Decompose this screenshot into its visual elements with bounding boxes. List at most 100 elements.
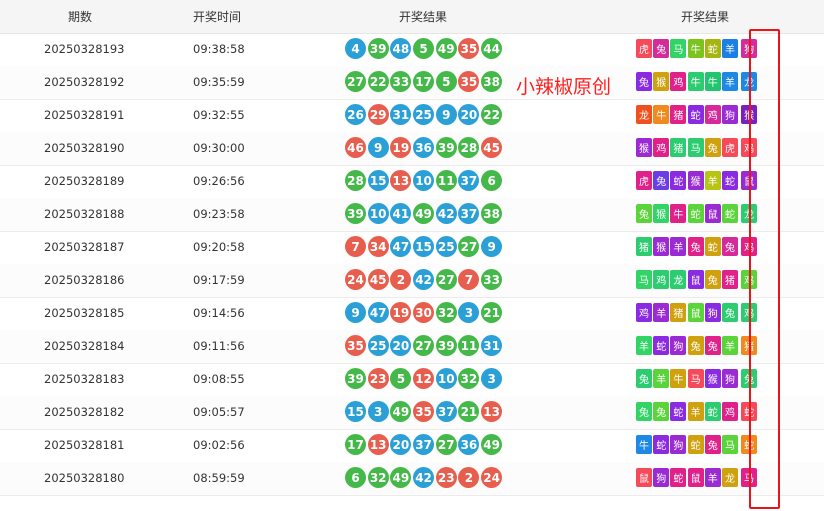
number-ball: 3	[481, 368, 503, 389]
number-ball: 20	[458, 104, 480, 125]
zodiac-tag: 狗	[741, 39, 758, 58]
number-ball: 17	[345, 434, 366, 455]
zodiac-tags: 马鸡龙鼠兔猪鸡	[636, 270, 758, 289]
zodiac-tag: 鸡	[741, 270, 758, 289]
zodiac-tag: 兔	[721, 237, 738, 256]
number-ball: 13	[390, 170, 412, 191]
number-ball: 32	[458, 368, 480, 389]
number-balls: 28 15 13 10 11 37 6	[345, 170, 504, 191]
number-ball: 49	[390, 467, 412, 488]
number-ball: 15	[345, 401, 366, 422]
zodiac-tags: 鼠狗蛇鼠羊龙马	[636, 468, 758, 487]
number-ball: 3	[367, 401, 389, 422]
number-ball: 27	[413, 335, 435, 356]
number-ball: 44	[481, 38, 503, 59]
table-row: 20250328187 09:20:58 7 34 47 15 25 27 9 猪猴羊兔蛇兔鸡	[0, 231, 824, 265]
zodiac-tag: 鸡	[721, 402, 738, 421]
time-cell: 09:20:58	[193, 240, 245, 254]
zodiac-tag: 蛇	[704, 39, 721, 58]
number-ball: 6	[345, 467, 366, 488]
number-balls: 24 45 2 42 27 7 33	[345, 269, 504, 290]
period-cell: 20250328190	[44, 141, 125, 155]
number-ball: 35	[345, 335, 366, 356]
number-ball: 37	[435, 401, 457, 422]
zodiac-tag: 马	[687, 369, 704, 388]
number-ball: 13	[481, 401, 503, 422]
zodiac-tag: 蛇	[653, 336, 670, 355]
zodiac-tag: 猪	[670, 138, 687, 157]
number-ball: 35	[458, 38, 480, 59]
zodiac-tag: 兔	[704, 138, 721, 157]
zodiac-tag: 兔	[636, 204, 652, 223]
zodiac-tag: 鸡	[741, 138, 758, 157]
zodiac-tag: 兔	[653, 171, 670, 190]
number-ball: 33	[390, 71, 412, 92]
number-ball: 41	[390, 203, 412, 224]
zodiac-tag: 兔	[636, 72, 652, 91]
zodiac-tag: 猴	[636, 138, 652, 157]
zodiac-tag: 蛇	[741, 402, 758, 421]
number-ball: 35	[413, 401, 435, 422]
number-balls: 26 29 31 25 9 20 22	[345, 104, 504, 125]
table-row: 20250328192 09:35:59 27 22 33 17 5 35 38 兔猴鸡牛牛羊龙	[0, 66, 824, 100]
table-row: 20250328180 08:59:59 6 32 49 42 23 2 24 鼠狗蛇鼠羊龙马	[0, 462, 824, 496]
number-ball: 39	[435, 335, 457, 356]
number-ball: 22	[367, 71, 389, 92]
zodiac-tag: 兔	[636, 369, 652, 388]
period-cell: 20250328186	[44, 273, 125, 287]
zodiac-tag: 马	[636, 270, 652, 289]
period-cell: 20250328191	[44, 108, 125, 122]
zodiac-tag: 羊	[721, 336, 738, 355]
number-ball: 5	[390, 368, 412, 389]
time-cell: 09:35:59	[193, 75, 245, 89]
zodiac-tag: 蛇	[653, 435, 670, 454]
zodiac-tag: 牛	[687, 39, 704, 58]
zodiac-tag: 牛	[653, 105, 670, 124]
number-ball: 9	[345, 302, 366, 323]
number-ball: 20	[390, 434, 412, 455]
number-ball: 10	[413, 170, 435, 191]
zodiac-tag: 兔	[653, 39, 670, 58]
number-ball: 37	[458, 170, 480, 191]
number-ball: 38	[481, 203, 503, 224]
zodiac-tags: 牛蛇狗蛇兔马蛇	[636, 435, 758, 454]
zodiac-tag: 鼠	[687, 468, 704, 487]
zodiac-tag: 猪	[636, 237, 652, 256]
zodiac-tag: 鸡	[636, 303, 652, 322]
number-ball: 32	[435, 302, 457, 323]
zodiac-tag: 蛇	[704, 237, 721, 256]
period-cell: 20250328192	[44, 75, 125, 89]
zodiac-tag: 兔	[636, 402, 652, 421]
number-ball: 24	[481, 467, 503, 488]
number-ball: 5	[413, 38, 435, 59]
number-ball: 10	[367, 203, 389, 224]
number-ball: 19	[390, 302, 412, 323]
number-ball: 46	[345, 137, 366, 158]
zodiac-tag: 兔	[653, 402, 670, 421]
time-cell: 09:30:00	[193, 141, 245, 155]
number-ball: 39	[345, 368, 366, 389]
number-ball: 26	[345, 104, 366, 125]
header-zodiacs: 开奖结果	[681, 10, 730, 24]
zodiac-tag: 猴	[653, 204, 670, 223]
number-ball: 22	[481, 104, 503, 125]
number-ball: 33	[481, 269, 503, 290]
zodiac-tag: 龙	[721, 468, 738, 487]
zodiac-tags: 鸡羊猪鼠狗兔鸡	[636, 303, 758, 322]
zodiac-tag: 猴	[704, 369, 721, 388]
number-ball: 34	[367, 236, 389, 257]
number-ball: 29	[367, 104, 389, 125]
period-cell: 20250328193	[44, 42, 125, 56]
zodiac-tag: 兔	[741, 369, 758, 388]
number-ball: 20	[390, 335, 412, 356]
zodiac-tag: 鼠	[704, 204, 721, 223]
zodiac-tag: 虎	[721, 138, 738, 157]
time-cell: 09:17:59	[193, 273, 245, 287]
zodiac-tag: 牛	[670, 204, 687, 223]
zodiac-tag: 蛇	[670, 468, 687, 487]
zodiac-tag: 羊	[670, 237, 687, 256]
number-ball: 9	[367, 137, 389, 158]
number-ball: 7	[345, 236, 366, 257]
zodiac-tag: 龙	[741, 72, 758, 91]
number-balls: 39 23 5 12 10 32 3	[345, 368, 504, 389]
